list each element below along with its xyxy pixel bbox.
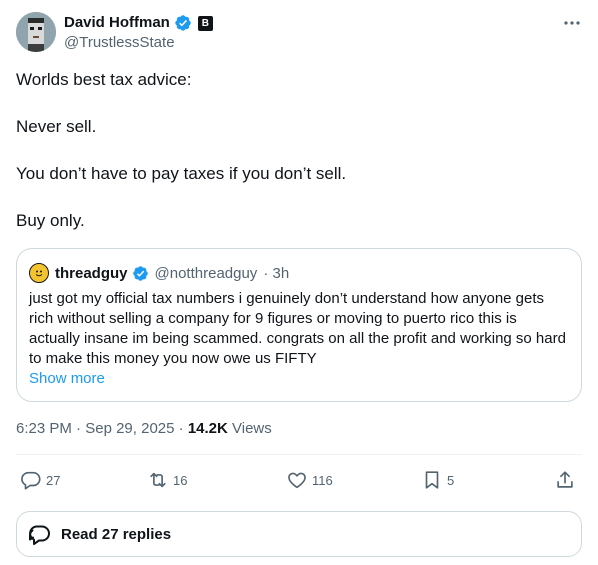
reply-count: 27	[46, 472, 61, 488]
like-count: 116	[312, 472, 333, 488]
quoted-tweet-text: just got my official tax numbers i genui…	[29, 290, 566, 367]
smiley-avatar-icon	[35, 270, 43, 277]
action-bar: 27 16 116 5	[16, 466, 582, 494]
read-replies-button[interactable]: Read 27 replies	[16, 511, 582, 557]
separator: ·	[178, 420, 184, 437]
speech-bubble-icon	[29, 525, 50, 545]
quoted-tweet-header: threadguy @notthreadguy · 3h	[29, 263, 289, 283]
bookmark-count: 5	[447, 472, 455, 488]
show-more-link[interactable]: Show more	[29, 369, 105, 389]
quoted-tweet[interactable]: threadguy @notthreadguy · 3h just got my…	[16, 248, 582, 402]
tweet-line: Worlds best tax advice:	[16, 70, 192, 89]
repost-count: 16	[173, 472, 188, 488]
tweet-text: Worlds best tax advice: Never sell. You …	[16, 68, 582, 256]
quoted-tweet-time: · 3h	[263, 264, 290, 282]
author-handle[interactable]: @TrustlessState	[64, 34, 175, 52]
author-avatar[interactable]	[16, 12, 56, 52]
affiliate-badge[interactable]: B	[197, 15, 213, 31]
views-label: Views	[232, 420, 272, 437]
share-button[interactable]	[554, 466, 576, 494]
tweet-line: Never sell.	[16, 117, 97, 136]
tweet-date[interactable]: Sep 29, 2025	[85, 420, 174, 437]
tweet-meta: 6:23 PM · Sep 29, 2025 · 14.2K Views	[16, 419, 272, 439]
tweet-time[interactable]: 6:23 PM	[16, 420, 72, 437]
quoted-author-name[interactable]: threadguy	[55, 265, 128, 282]
author-name-row: David Hoffman B	[64, 14, 213, 32]
author-display-name[interactable]: David Hoffman	[64, 14, 170, 32]
tweet-header: David Hoffman B @TrustlessState	[16, 12, 582, 54]
tweet-line: Buy only.	[16, 211, 85, 230]
heart-icon	[288, 472, 306, 489]
quoted-author-avatar[interactable]	[29, 263, 49, 283]
share-icon	[557, 471, 573, 488]
repost-button[interactable]: 16	[147, 466, 187, 494]
divider	[16, 454, 582, 455]
quoted-author-handle[interactable]: @notthreadguy	[155, 265, 258, 282]
reply-button[interactable]: 27	[20, 466, 60, 494]
repost-icon	[150, 472, 166, 488]
pixel-punk-avatar-icon	[16, 12, 56, 52]
separator: ·	[76, 420, 82, 437]
views-count: 14.2K	[187, 420, 228, 437]
more-horizontal-icon[interactable]	[562, 14, 582, 32]
verified-badge-icon	[175, 15, 191, 31]
bookmark-icon	[425, 471, 439, 489]
bookmark-button[interactable]: 5	[421, 466, 454, 494]
verified-badge-icon	[132, 265, 148, 281]
tweet-line: You don’t have to pay taxes if you don’t…	[16, 164, 347, 183]
like-button[interactable]: 116	[286, 466, 333, 494]
reply-icon	[21, 471, 41, 490]
read-replies-label: Read 27 replies	[61, 525, 172, 543]
